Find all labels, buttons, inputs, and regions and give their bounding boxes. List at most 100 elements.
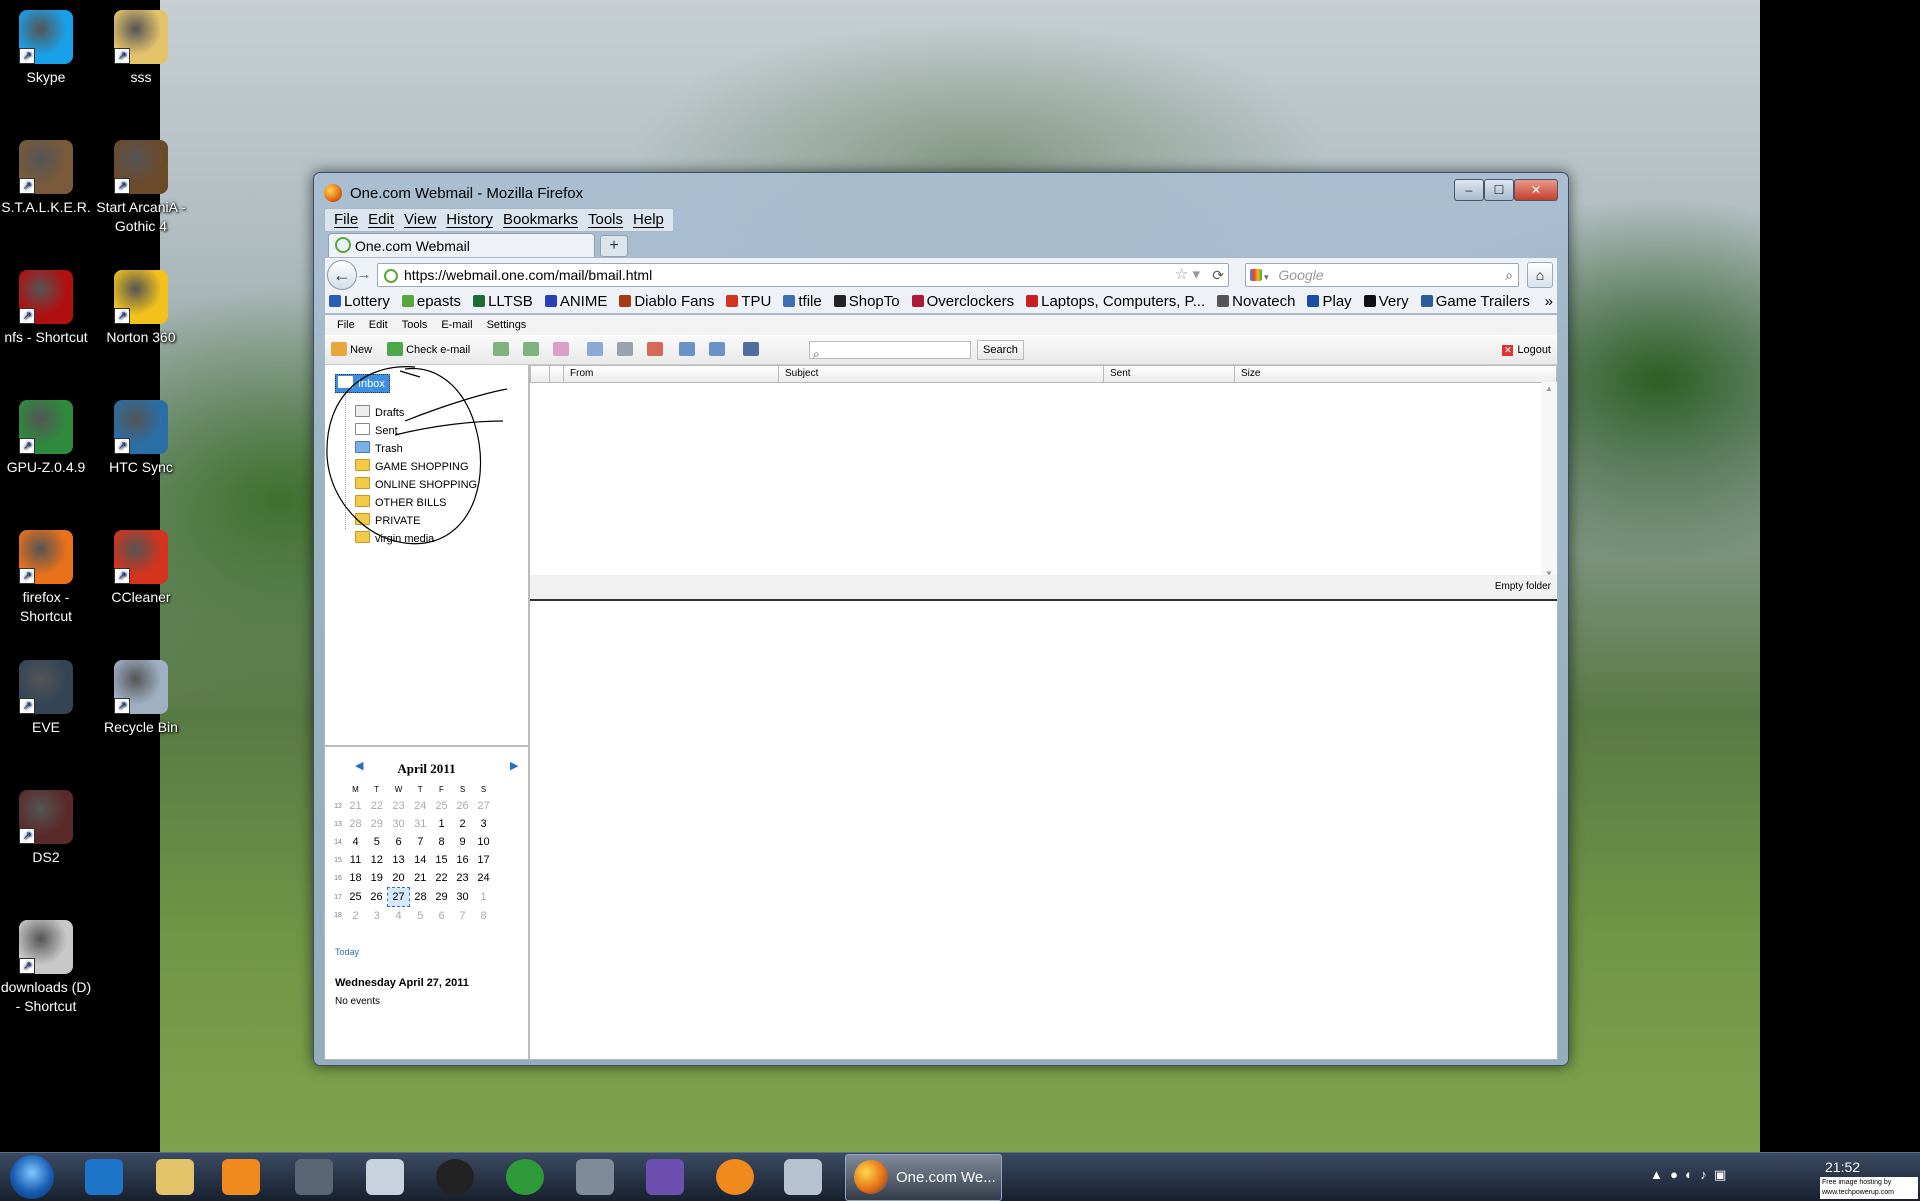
calendar-day[interactable]: 2 [452,815,473,833]
bookmark-item[interactable]: ANIME [541,291,607,313]
delete-button[interactable] [647,340,663,360]
desktop-icon[interactable]: ↗ S.T.A.L.K.E.R. [0,140,94,217]
check-email-button[interactable]: Check e-mail [387,340,470,360]
calendar-day[interactable]: 4 [345,833,366,851]
reload-icon[interactable]: ⟳ [1212,264,1224,286]
calendar-day[interactable]: 23 [452,869,473,888]
calendar-day[interactable]: 7 [410,833,432,851]
menu-bookmarks[interactable]: Bookmarks [498,209,583,231]
calendar-day[interactable]: 18 [345,869,366,888]
calendar-day[interactable]: 21 [410,869,432,888]
forward-button[interactable]: → [355,265,373,285]
tab-one-com-webmail[interactable]: One.com Webmail [328,233,595,258]
bookmarks-more-button[interactable]: » [1544,291,1553,313]
desktop-icon[interactable]: ↗ sss [93,10,189,87]
calendar-day[interactable]: 6 [431,907,452,926]
bookmark-item[interactable]: Novatech [1213,291,1295,313]
calendar-day[interactable]: 6 [388,833,410,851]
calendar-day[interactable]: 26 [366,888,388,907]
bookmark-item[interactable]: TPU [722,291,771,313]
today-link[interactable]: Today [335,947,359,957]
cpu-z-icon[interactable] [646,1159,684,1195]
calendar-day[interactable]: 30 [388,815,410,833]
calendar-day[interactable]: 22 [366,797,388,815]
calendar-day[interactable]: 20 [388,869,410,888]
calendar-day[interactable]: 1 [431,815,452,833]
calendar-day[interactable]: 4 [388,907,410,926]
calendar-day[interactable]: 21 [345,797,366,815]
calendar-day[interactable]: 15 [431,851,452,869]
printer-app-icon[interactable] [366,1159,404,1195]
webmail-menu-item[interactable]: Edit [369,319,388,331]
calendar-day[interactable]: 22 [431,869,452,888]
calendar-day[interactable]: 5 [366,833,388,851]
webmail-menu-item[interactable]: Settings [487,319,527,331]
start-button[interactable] [10,1155,54,1199]
calendar-day[interactable]: 24 [473,869,494,888]
home-button[interactable]: ⌂ [1527,262,1553,288]
menu-file[interactable]: File [329,209,363,231]
calendar-day[interactable]: 26 [452,797,473,815]
webmail-menu-item[interactable]: Tools [402,319,428,331]
reply-button[interactable] [493,340,509,360]
bookmark-item[interactable]: Very [1360,291,1409,313]
reply-all-button[interactable] [523,340,539,360]
clock[interactable]: 21:52 [1825,1159,1860,1175]
notes-app-icon[interactable] [716,1159,754,1195]
calendar-day[interactable]: 19 [366,869,388,888]
calendar-day[interactable]: 28 [345,815,366,833]
search-button[interactable]: Search [977,340,1024,360]
system-tray[interactable]: ▲ ● ◐ ♪ ▣ [1650,1167,1726,1183]
calendar-day[interactable]: 16 [452,851,473,869]
calendar-day[interactable]: 14 [410,851,432,869]
back-button[interactable]: ← [327,260,357,290]
maximize-button[interactable]: ☐ [1484,179,1514,201]
calendar-day[interactable]: 23 [388,797,410,815]
window-layout-button[interactable] [709,340,725,360]
bookmark-item[interactable]: Play [1303,291,1352,313]
menu-view[interactable]: View [399,209,441,231]
calendar-day[interactable]: 1 [473,888,494,907]
calendar-day[interactable]: 29 [431,888,452,907]
calendar-day[interactable]: 17 [473,851,494,869]
steam-icon[interactable] [295,1159,333,1195]
bookmark-item[interactable]: Diablo Fans [615,291,714,313]
print-button[interactable] [617,340,633,360]
desktop-icon[interactable]: ↗ DS2 [0,790,94,867]
settings-gear-icon[interactable] [576,1159,614,1195]
menu-edit[interactable]: Edit [363,209,399,231]
view-button[interactable] [587,340,603,360]
mail-search-input[interactable]: ⌕ [809,341,971,361]
desktop-icon[interactable]: ↗ Start ArcaniA - Gothic 4 [93,140,189,236]
calendar-day[interactable]: 10 [473,833,494,851]
url-bar[interactable]: https://webmail.one.com/mail/bmail.html … [377,263,1229,287]
desktop-icon[interactable]: ↗ downloads (D) - Shortcut [0,920,94,1016]
menu-help[interactable]: Help [628,209,669,231]
message-list-scrollbar[interactable]: ▲ ▼ [1541,382,1557,580]
bookmark-item[interactable]: Overclockers [908,291,1014,313]
calendar-day[interactable]: 3 [366,907,388,926]
new-button[interactable]: New [331,340,372,360]
magnifier-icon[interactable]: ⌕ [1505,264,1513,286]
bookmark-item[interactable]: Laptops, Computers, P... [1022,291,1205,313]
bookmark-item[interactable]: epasts [398,291,461,313]
webmail-menu-item[interactable]: E-mail [441,319,472,331]
calendar-day[interactable]: 30 [452,888,473,907]
bookmark-item[interactable]: LLTSB [469,291,533,313]
monitor-app-icon[interactable] [784,1159,822,1195]
desktop-icon[interactable]: ↗ HTC Sync [93,400,189,477]
explorer-folder-icon[interactable] [156,1159,194,1195]
calendar-day[interactable]: 11 [345,851,366,869]
calendar-day[interactable]: 29 [366,815,388,833]
calendar-day[interactable]: 2 [345,907,366,926]
column-from[interactable]: From [563,366,760,382]
close-button[interactable]: ✕ [1514,179,1558,201]
scroll-up-icon[interactable]: ▲ [1545,384,1553,393]
webmail-menu-item[interactable]: File [337,319,355,331]
calendar-day[interactable]: 27 [387,887,410,907]
column-subject[interactable]: Subject [778,366,1105,382]
bookmark-item[interactable]: Lottery [325,291,390,313]
desktop-icon[interactable]: ↗ Norton 360 [93,270,189,347]
calendar-day[interactable]: 13 [388,851,410,869]
calendar-day[interactable]: 7 [452,907,473,926]
